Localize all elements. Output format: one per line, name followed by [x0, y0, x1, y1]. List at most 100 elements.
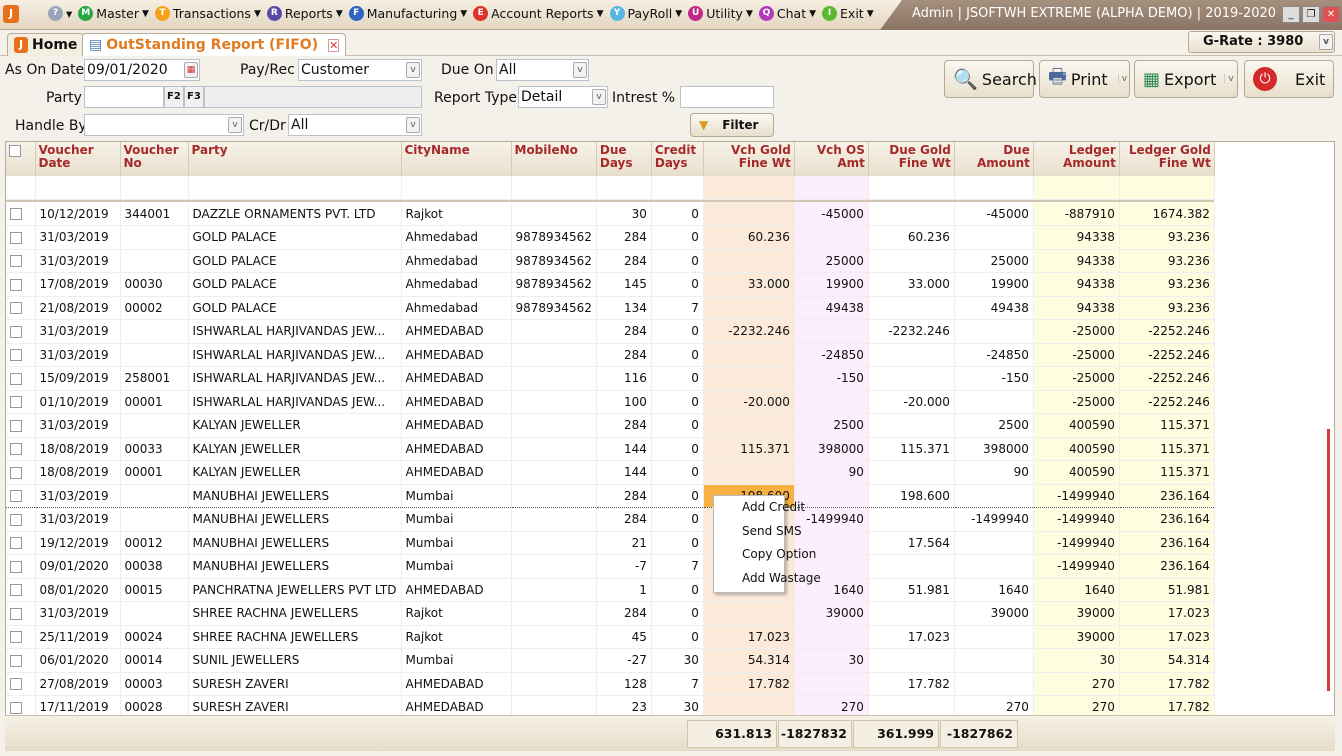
select-all-header[interactable]	[6, 142, 36, 176]
row-checkbox-cell[interactable]	[6, 366, 36, 391]
column-header[interactable]: Vch OS Amt	[794, 142, 869, 176]
tab-home[interactable]: J Home	[7, 33, 85, 56]
column-header[interactable]: MobileNo	[511, 142, 597, 176]
row-checkbox[interactable]	[10, 466, 22, 479]
report-type-select[interactable]: Detail v	[518, 86, 608, 108]
context-menu-item[interactable]: Add Wastage	[714, 567, 821, 591]
row-checkbox-cell[interactable]	[6, 578, 36, 602]
table-row[interactable]: 31/03/2019 GOLD PALACE Ahmedabad 9878934562…	[6, 225, 1215, 250]
row-checkbox[interactable]	[10, 607, 22, 620]
row-checkbox-cell[interactable]	[6, 413, 36, 438]
row-checkbox-cell[interactable]	[6, 225, 36, 250]
row-checkbox-cell[interactable]	[6, 672, 36, 696]
context-menu-item[interactable]: Send SMS	[714, 520, 802, 544]
column-header[interactable]: CityName	[401, 142, 512, 176]
row-checkbox[interactable]	[10, 584, 22, 597]
f2-button[interactable]: F2	[164, 86, 184, 108]
row-checkbox-cell[interactable]	[6, 296, 36, 320]
row-checkbox[interactable]	[10, 513, 22, 526]
context-menu-item[interactable]: Add Credit	[714, 496, 805, 520]
calendar-icon[interactable]: ▦	[184, 62, 198, 78]
row-checkbox[interactable]	[10, 654, 22, 667]
row-checkbox-cell[interactable]	[6, 202, 36, 226]
chevron-down-icon[interactable]: v	[1224, 74, 1234, 84]
chevron-down-icon[interactable]: v	[228, 117, 242, 133]
interest-input[interactable]	[680, 86, 774, 108]
row-checkbox-cell[interactable]	[6, 343, 36, 367]
row-checkbox[interactable]	[10, 349, 22, 362]
menu-reports[interactable]: R Reports ▼	[266, 6, 343, 21]
help-menu[interactable]: ? ▾	[48, 6, 72, 21]
row-checkbox-cell[interactable]	[6, 531, 36, 555]
context-menu-item[interactable]: Copy Option	[714, 543, 816, 567]
filter-button[interactable]: ▼ Filter	[690, 113, 774, 137]
column-header[interactable]: Due Amount	[954, 142, 1034, 176]
table-row[interactable]: 06/01/2020 00014 SUNIL JEWELLERS Mumbai -27 3…	[6, 648, 1215, 673]
column-header[interactable]: Party	[188, 142, 402, 176]
row-checkbox[interactable]	[10, 396, 22, 409]
row-checkbox-cell[interactable]	[6, 460, 36, 485]
table-row[interactable]: 15/09/2019 258001 ISHWARLAL HARJIVANDAS JE…	[6, 366, 1215, 391]
chevron-down-icon[interactable]: v	[406, 117, 420, 133]
table-row[interactable]: 31/03/2019 ISHWARLAL HARJIVANDAS JEW... AH…	[6, 319, 1215, 344]
menu-payroll[interactable]: Y PayRoll ▼	[609, 6, 682, 21]
payrec-select[interactable]: Customer v	[298, 59, 422, 81]
row-checkbox-cell[interactable]	[6, 319, 36, 344]
column-header[interactable]: Credit Days	[651, 142, 704, 176]
column-header[interactable]: Voucher No	[120, 142, 189, 176]
row-checkbox-cell[interactable]	[6, 483, 36, 508]
vertical-scrollbar[interactable]	[1327, 429, 1330, 691]
column-header[interactable]: Vch Gold Fine Wt	[703, 142, 795, 176]
row-checkbox[interactable]	[10, 443, 22, 456]
column-header[interactable]: Due Days	[596, 142, 652, 176]
row-checkbox-cell[interactable]	[6, 437, 36, 461]
row-checkbox-cell[interactable]	[6, 601, 36, 626]
row-checkbox[interactable]	[10, 208, 22, 220]
row-checkbox-cell[interactable]	[6, 272, 36, 297]
export-button[interactable]: ▦ Export v	[1134, 60, 1238, 98]
select-all-checkbox[interactable]	[9, 144, 21, 157]
table-row[interactable]: 19/12/2019 00012 MANUBHAI JEWELLERS Mumbai 2…	[6, 531, 1215, 555]
menu-manufacturing[interactable]: F Manufacturing ▼	[348, 6, 467, 21]
table-row[interactable]: 21/08/2019 00002 GOLD PALACE Ahmedabad 98789…	[6, 296, 1215, 320]
table-row[interactable]: 31/03/2019 ISHWARLAL HARJIVANDAS JEW... AH…	[6, 343, 1215, 367]
party-input[interactable]	[84, 86, 164, 108]
print-button[interactable]: 🖶 Print v	[1039, 60, 1130, 98]
column-header[interactable]: Voucher Date	[35, 142, 121, 176]
table-row[interactable]: 31/03/2019 GOLD PALACE Ahmedabad 9878934562…	[6, 249, 1215, 273]
row-checkbox-cell[interactable]	[6, 176, 36, 200]
table-row[interactable]: 17/08/2019 00030 GOLD PALACE Ahmedabad 98789…	[6, 272, 1215, 297]
chevron-down-icon[interactable]: v	[592, 89, 606, 105]
row-checkbox[interactable]	[10, 255, 22, 268]
row-checkbox[interactable]	[10, 419, 22, 432]
crdr-select[interactable]: All v	[288, 114, 422, 136]
table-row[interactable]: 10/12/2019 344001 DAZZLE ORNAMENTS PVT. LT…	[6, 202, 1215, 226]
column-header[interactable]: Ledger Amount	[1033, 142, 1120, 176]
row-checkbox-cell[interactable]	[6, 554, 36, 579]
row-checkbox[interactable]	[10, 325, 22, 338]
filter-row[interactable]	[6, 176, 1215, 200]
menu-transactions[interactable]: T Transactions ▼	[154, 6, 261, 21]
menu-account-reports[interactable]: E Account Reports ▼	[473, 6, 604, 21]
f3-button[interactable]: F3	[184, 86, 204, 108]
table-row[interactable]: 01/10/2019 00001 ISHWARLAL HARJIVANDAS JEW…	[6, 390, 1215, 414]
menu-exit[interactable]: I Exit ▼	[822, 6, 874, 21]
row-checkbox[interactable]	[10, 537, 22, 550]
row-checkbox[interactable]	[10, 372, 22, 385]
menu-chat[interactable]: Q Chat ▼	[758, 6, 816, 21]
row-checkbox[interactable]	[10, 490, 22, 503]
row-checkbox[interactable]	[10, 701, 22, 714]
restore-button[interactable]: ❐	[1302, 6, 1320, 23]
chevron-down-icon[interactable]: v	[1117, 74, 1127, 84]
row-checkbox[interactable]	[10, 302, 22, 315]
due-on-select[interactable]: All v	[496, 59, 589, 81]
menu-utility[interactable]: U Utility ▼	[688, 6, 753, 21]
minimize-button[interactable]: _	[1282, 6, 1300, 23]
chevron-down-icon[interactable]: v	[1319, 34, 1333, 50]
table-row[interactable]: 09/01/2020 00038 MANUBHAI JEWELLERS Mumbai -…	[6, 554, 1215, 579]
row-checkbox-cell[interactable]	[6, 648, 36, 673]
column-header[interactable]: Ledger Gold Fine Wt	[1119, 142, 1215, 176]
row-checkbox[interactable]	[10, 631, 22, 644]
tab-outstanding-report[interactable]: ▤ OutStanding Report (FIFO) ✕	[82, 33, 347, 56]
row-checkbox[interactable]	[10, 560, 22, 573]
